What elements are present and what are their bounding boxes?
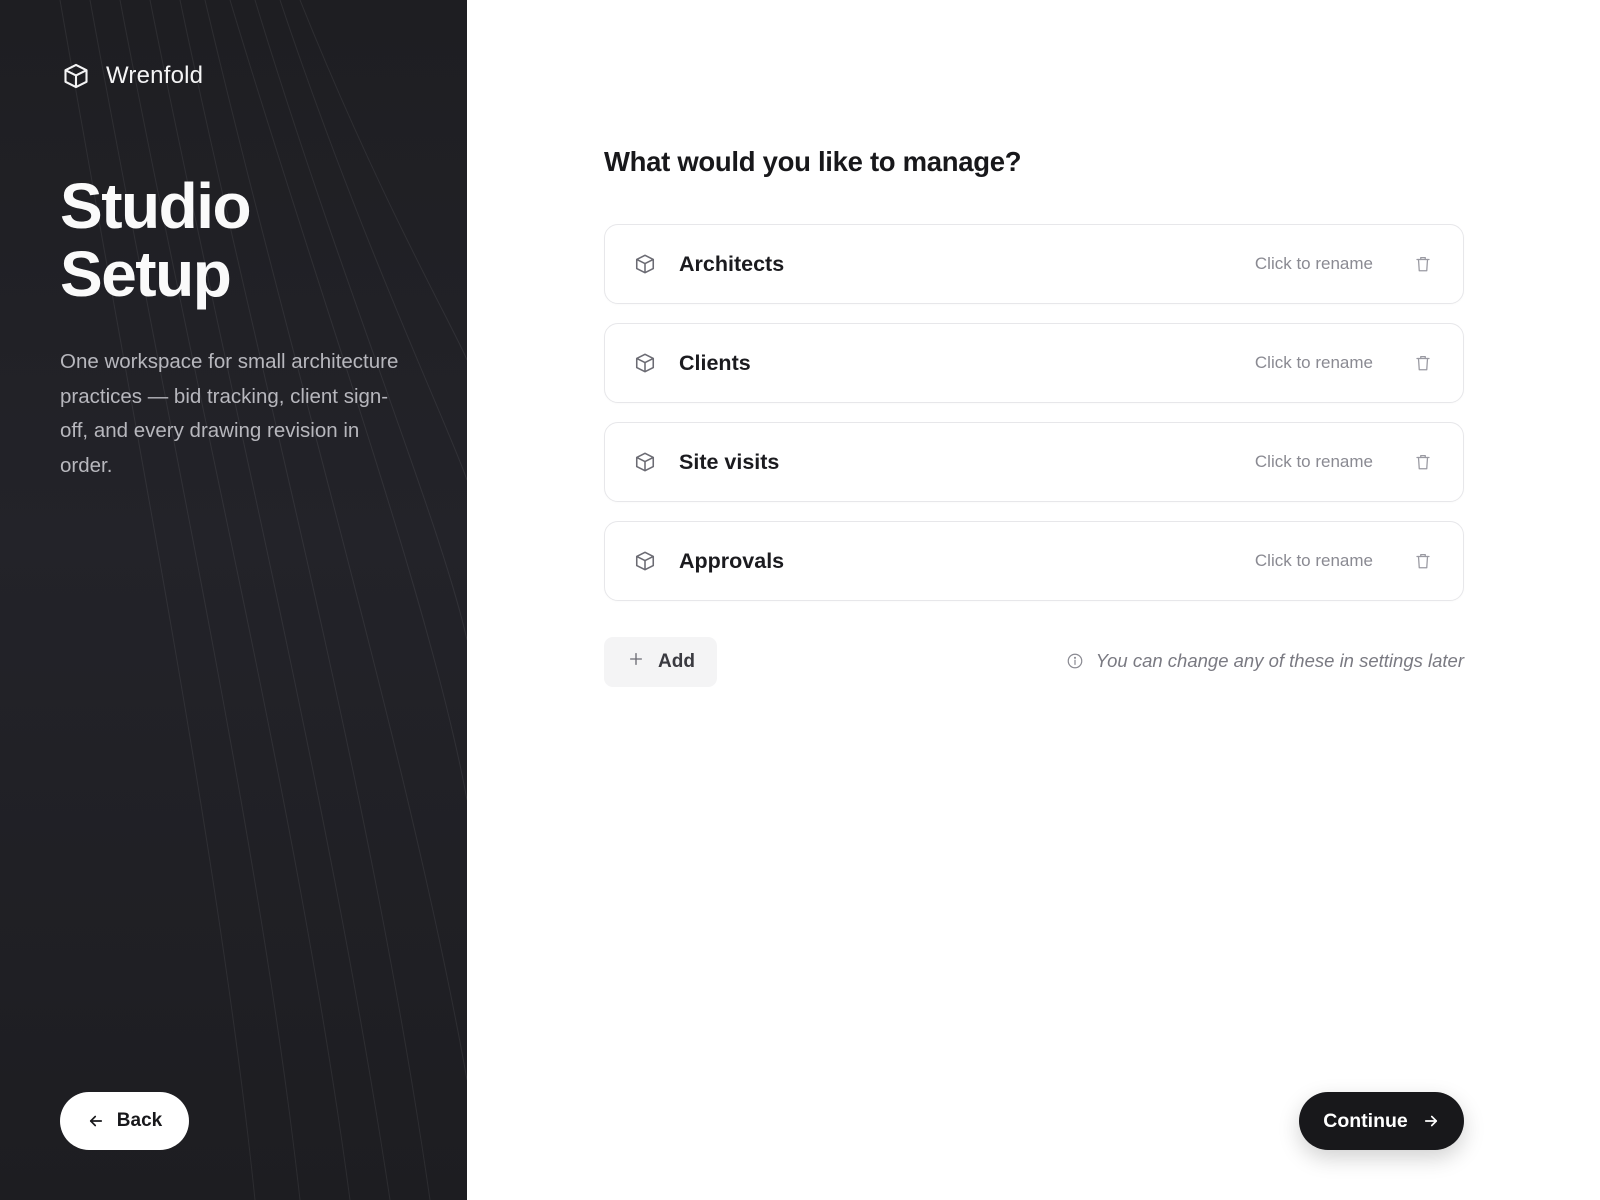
item-label[interactable]: Approvals: [679, 549, 1255, 574]
section-question: What would you like to manage?: [604, 146, 1022, 177]
trash-icon[interactable]: [1413, 254, 1433, 274]
rename-hint[interactable]: Click to rename: [1255, 254, 1373, 274]
list-item[interactable]: Architects Click to rename: [604, 224, 1464, 304]
continue-button-label: Continue: [1323, 1109, 1408, 1132]
left-panel: Wrenfold Studio Setup One workspace for …: [0, 0, 467, 1200]
brand-name: Wrenfold: [106, 62, 204, 89]
cube-icon: [633, 252, 657, 276]
plus-icon: [628, 651, 644, 673]
rename-hint[interactable]: Click to rename: [1255, 452, 1373, 472]
trash-icon[interactable]: [1413, 551, 1433, 571]
item-label[interactable]: Clients: [679, 351, 1255, 376]
item-label[interactable]: Site visits: [679, 450, 1255, 475]
continue-button[interactable]: Continue: [1299, 1092, 1464, 1150]
cube-icon: [633, 450, 657, 474]
settings-hint: You can change any of these in settings …: [1066, 650, 1464, 672]
add-button[interactable]: Add: [604, 637, 717, 687]
arrow-left-icon: [87, 1112, 105, 1130]
cube-icon: [60, 60, 92, 92]
arrow-right-icon: [1422, 1112, 1440, 1130]
item-label[interactable]: Architects: [679, 252, 1255, 277]
brand: Wrenfold: [60, 60, 203, 92]
trash-icon[interactable]: [1413, 452, 1433, 472]
rename-hint[interactable]: Click to rename: [1255, 551, 1373, 571]
page-description: One workspace for small architecture pra…: [60, 350, 399, 477]
list-item[interactable]: Site visits Click to rename: [604, 422, 1464, 502]
settings-hint-text: You can change any of these in settings …: [1095, 650, 1464, 671]
info-icon: [1066, 652, 1084, 670]
item-list: Architects Click to rename Clients Click…: [604, 224, 1464, 620]
list-item[interactable]: Clients Click to rename: [604, 323, 1464, 403]
page-title-line-1: Studio: [60, 170, 252, 242]
trash-icon[interactable]: [1413, 353, 1433, 373]
cube-icon: [633, 549, 657, 573]
page-title-line-2: Setup: [60, 238, 232, 310]
list-item[interactable]: Approvals Click to rename: [604, 521, 1464, 601]
back-button[interactable]: Back: [60, 1092, 189, 1150]
page-title: Studio Setup: [60, 172, 420, 308]
cube-icon: [633, 351, 657, 375]
back-button-label: Back: [116, 1110, 163, 1131]
rename-hint[interactable]: Click to rename: [1255, 353, 1373, 373]
add-button-label: Add: [658, 651, 695, 672]
